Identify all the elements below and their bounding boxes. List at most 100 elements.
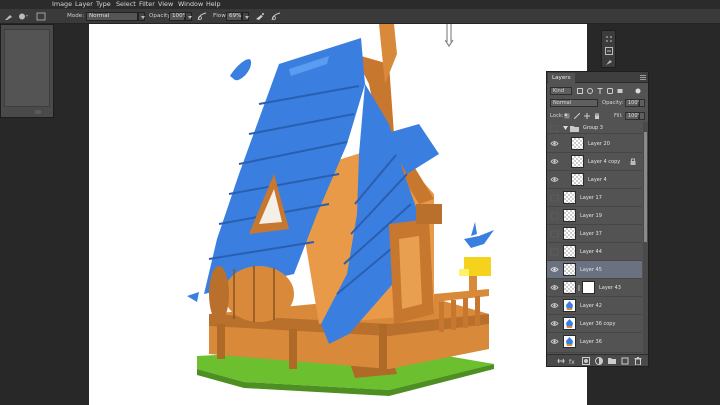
layer-row[interactable]: Layer 19 — [547, 207, 642, 225]
layer-style-fx-icon[interactable]: fx — [569, 357, 577, 365]
brush-preset-icon[interactable] — [18, 12, 28, 21]
layer-row-selected[interactable]: Layer 45 — [547, 261, 642, 279]
add-mask-icon[interactable] — [582, 357, 590, 365]
layer-name: Layer 36 — [580, 339, 602, 345]
menu-type[interactable]: Type — [96, 0, 111, 9]
new-group-icon[interactable] — [608, 357, 616, 365]
group-row[interactable]: Group 3 — [547, 123, 642, 134]
layer-name: Layer 44 — [580, 249, 602, 255]
eye-icon[interactable] — [549, 138, 560, 149]
layer-name: Layer 4 copy — [588, 159, 621, 165]
layer-name: Layer 19 — [580, 213, 602, 219]
eye-icon[interactable] — [549, 264, 560, 275]
stylus-cursor-icon — [445, 24, 454, 48]
menu-image[interactable]: Image — [52, 0, 72, 9]
layer-row[interactable]: Layer 44 — [547, 243, 642, 261]
airbrush-icon[interactable] — [255, 12, 265, 21]
panel-menu-icon[interactable] — [640, 75, 646, 80]
layer-row[interactable]: Layer 36 — [547, 333, 642, 353]
lock-transparent-icon[interactable] — [564, 113, 570, 119]
layer-row[interactable]: Layer 17 — [547, 189, 642, 207]
mode-label: Mode: — [67, 13, 85, 19]
eye-hidden-icon[interactable] — [549, 228, 560, 239]
eye-icon[interactable] — [549, 300, 560, 311]
group-expand-icon[interactable] — [563, 126, 568, 131]
fill-dropdown-icon[interactable] — [639, 112, 645, 120]
left-panel — [0, 24, 54, 118]
filter-smart-object-icon[interactable] — [617, 88, 623, 94]
scrollbar-thumb[interactable] — [644, 132, 647, 242]
opacity-input[interactable]: 100% — [169, 12, 188, 21]
menu-filter[interactable]: Filter — [139, 0, 155, 9]
document-canvas[interactable] — [89, 24, 587, 405]
lock-position-icon[interactable] — [584, 113, 590, 119]
eye-icon[interactable] — [549, 156, 560, 167]
delete-layer-icon[interactable] — [634, 357, 642, 365]
mode-select[interactable]: Normal — [86, 12, 138, 21]
eye-icon[interactable] — [549, 336, 560, 347]
layer-row[interactable]: Layer 20 — [547, 135, 642, 153]
brush-tool-icon[interactable] — [4, 12, 14, 21]
blend-mode-value: Normal — [553, 100, 572, 106]
link-layers-icon[interactable] — [557, 357, 565, 365]
layers-tab[interactable]: Layers — [548, 73, 575, 83]
pressure-opacity-icon[interactable] — [197, 12, 207, 21]
eye-hidden-icon[interactable] — [549, 210, 560, 221]
filter-shape-icon[interactable] — [607, 88, 613, 94]
layer-row[interactable]: Layer 36 copy — [547, 315, 642, 333]
chain-link-icon[interactable] — [577, 285, 581, 291]
pressure-size-icon[interactable] — [271, 12, 281, 21]
opacity-dropdown-icon[interactable] — [185, 12, 192, 21]
history-panel-icon[interactable] — [605, 47, 613, 55]
layer-thumbnail — [563, 299, 576, 312]
eye-hidden-icon[interactable] — [549, 246, 560, 257]
blend-mode-select[interactable]: Normal — [550, 99, 598, 107]
mode-value: Normal — [89, 13, 110, 19]
dock-grip-icon[interactable] — [605, 35, 613, 43]
filter-toggle-icon[interactable] — [635, 88, 641, 94]
lock-all-icon[interactable] — [594, 113, 600, 119]
layer-row[interactable]: Layer 4 copy — [547, 153, 642, 171]
menu-select[interactable]: Select — [116, 0, 136, 9]
filter-type-icon[interactable] — [597, 88, 603, 94]
menu-view[interactable]: View — [158, 0, 173, 9]
filter-adjustment-icon[interactable] — [587, 88, 593, 94]
layer-thumbnail — [571, 173, 584, 186]
eye-icon[interactable] — [549, 174, 560, 185]
brush-panel-icon[interactable] — [36, 12, 46, 21]
filter-pixel-icon[interactable] — [577, 88, 583, 94]
layer-name: Layer 42 — [580, 303, 602, 309]
menu-help[interactable]: Help — [206, 0, 221, 9]
fill-input[interactable]: 100% — [625, 112, 642, 120]
kind-filter-select[interactable]: Kind — [550, 87, 572, 95]
layer-row[interactable]: Layer 37 — [547, 225, 642, 243]
new-layer-icon[interactable] — [621, 357, 629, 365]
adjustment-layer-icon[interactable] — [595, 357, 603, 365]
lock-pixels-icon[interactable] — [574, 113, 580, 119]
menu-window[interactable]: Window — [178, 0, 203, 9]
layer-mask-thumbnail[interactable] — [582, 281, 595, 294]
layers-scrollbar[interactable] — [643, 122, 648, 358]
group-visibility-icon[interactable] — [550, 125, 558, 132]
panel-options-icon[interactable] — [34, 109, 42, 115]
layer-name: Layer 20 — [588, 141, 610, 147]
layer-thumbnail — [563, 209, 576, 222]
layer-opacity-input[interactable]: 100% — [625, 99, 642, 107]
layer-row[interactable]: Layer 4 — [547, 171, 642, 189]
layer-name: Layer 43 — [599, 285, 621, 291]
layer-name: Layer 36 copy — [580, 321, 616, 327]
eye-hidden-icon[interactable] — [549, 192, 560, 203]
mode-dropdown-icon[interactable] — [138, 12, 145, 21]
eye-icon[interactable] — [549, 318, 560, 329]
menu-layer[interactable]: Layer — [75, 0, 93, 9]
layer-row[interactable]: Layer 42 — [547, 297, 642, 315]
brush-panel-icon[interactable] — [605, 58, 613, 66]
layer-row[interactable]: Layer 43 — [547, 279, 642, 297]
layer-name: Layer 45 — [580, 267, 602, 273]
opacity-dropdown-icon[interactable] — [639, 99, 645, 107]
flow-input[interactable]: 69% — [226, 12, 242, 21]
filter-row: Kind — [547, 86, 648, 97]
flow-dropdown-icon[interactable] — [242, 12, 249, 21]
eye-icon[interactable] — [549, 282, 560, 293]
blend-row: Normal Opacity: 100% — [547, 98, 648, 109]
